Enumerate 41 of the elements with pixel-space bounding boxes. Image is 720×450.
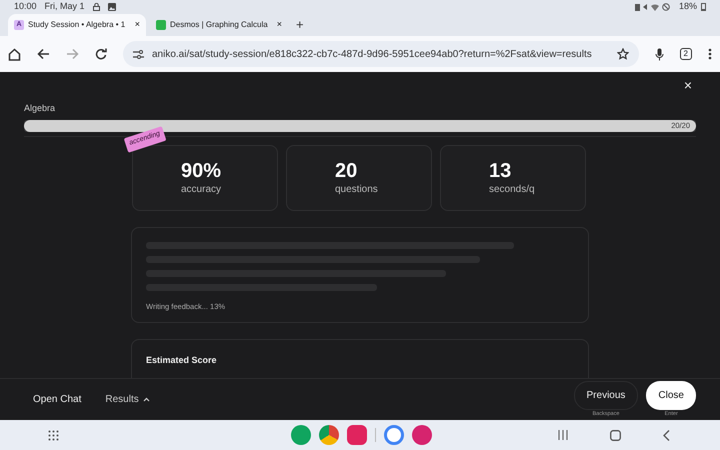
recent-apps-icon[interactable] xyxy=(558,430,568,440)
app-grid-icon[interactable] xyxy=(48,430,59,440)
stat-label: accuracy xyxy=(181,182,222,196)
home-button-icon[interactable] xyxy=(610,430,621,440)
stat-label: seconds/q xyxy=(489,182,536,196)
site-favicon xyxy=(156,20,166,30)
back-arrow-icon[interactable] xyxy=(37,48,50,60)
stat-value: 90% xyxy=(181,160,222,182)
site-settings-icon[interactable] xyxy=(133,50,144,58)
score-title: Estimated Score xyxy=(146,354,218,367)
more-menu-icon[interactable] xyxy=(708,48,712,60)
subject-title: Algebra xyxy=(24,102,56,115)
battery-icon xyxy=(701,3,706,11)
stat-value: 20 xyxy=(335,160,358,182)
tab-count[interactable]: 2 xyxy=(680,48,692,60)
clock-time: 10:00 xyxy=(14,0,37,14)
microphone-icon[interactable] xyxy=(654,48,664,60)
browser-tab[interactable]: Desmos | Graphing Calcula × xyxy=(150,14,288,36)
close-button[interactable]: × xyxy=(680,78,696,92)
image-icon xyxy=(108,3,116,11)
stat-value: 13 xyxy=(489,160,512,182)
lock-icon xyxy=(92,3,100,11)
caret-icon xyxy=(142,397,150,402)
stat-label: questions xyxy=(335,182,379,196)
star-icon[interactable] xyxy=(616,48,629,60)
new-tab-button[interactable]: + xyxy=(296,14,304,36)
date-text: Fri, May 1 xyxy=(44,0,85,14)
url-text: aniko.ai/sat/study-session/e818c322-cb7c-487d-9d96-5951cee94ab0?return=%2Fsat&view=results xyxy=(152,48,593,62)
tab-title: Desmos | Graphing Calcula xyxy=(170,19,268,31)
results-button[interactable]: Results xyxy=(105,392,150,407)
tab-close-button[interactable]: × xyxy=(276,18,282,32)
tab-title: Study Session • Algebra • 1 xyxy=(28,19,126,31)
home-icon[interactable] xyxy=(8,48,21,60)
back-icon[interactable] xyxy=(663,430,670,440)
previous-button[interactable]: Previous xyxy=(574,380,638,410)
reload-icon[interactable] xyxy=(95,48,107,60)
address-bar[interactable]: aniko.ai/sat/study-session/e818c322-cb7c-487d-9d96-5951cee94ab0?return=%2Fsat&view=results xyxy=(123,41,639,67)
battery-percent: 18% xyxy=(678,0,697,14)
tab-close-button[interactable]: × xyxy=(134,18,140,32)
close-button[interactable]: Close xyxy=(646,380,696,410)
open-chat-button[interactable]: Open Chat xyxy=(33,392,82,407)
